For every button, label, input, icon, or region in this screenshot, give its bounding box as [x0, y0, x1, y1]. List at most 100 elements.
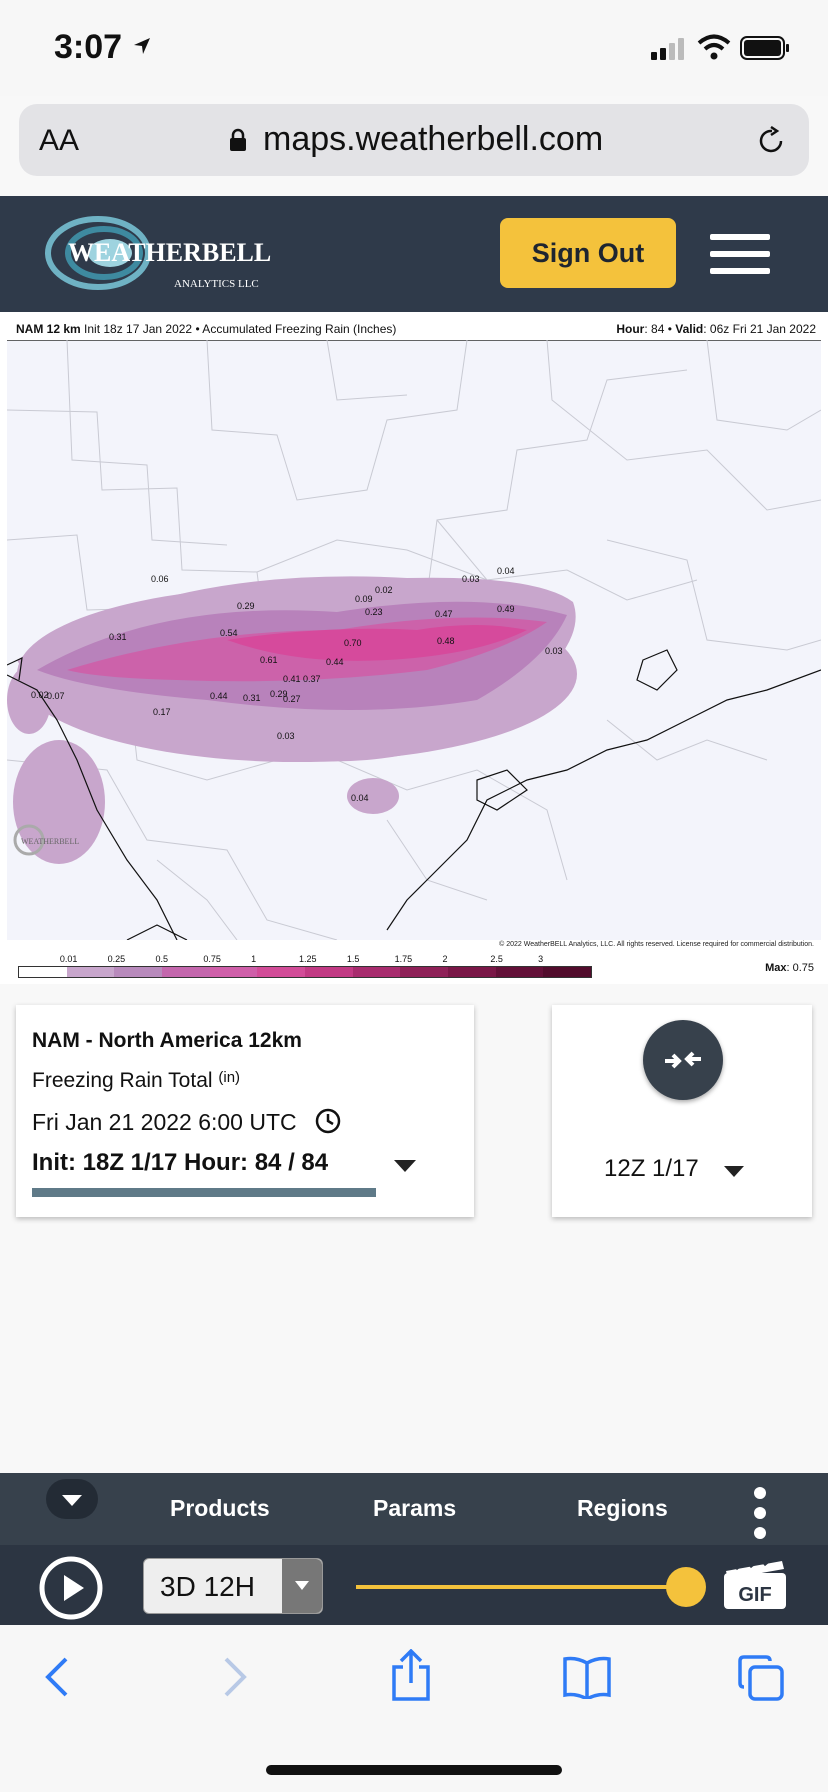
- tabs-icon[interactable]: [738, 1655, 784, 1701]
- chevron-down-icon: [62, 1495, 82, 1506]
- map-value: 0.29: [237, 601, 255, 611]
- collapse-toolbar-button[interactable]: [46, 1479, 98, 1519]
- reader-aa-button[interactable]: AA: [39, 124, 79, 158]
- max-value: Max: 0.75: [765, 962, 814, 974]
- time-slider-thumb[interactable]: [666, 1567, 706, 1607]
- map-value: 0.47: [435, 609, 453, 619]
- sign-out-button[interactable]: Sign Out: [500, 218, 676, 288]
- time-range-value: 3D 12H: [160, 1571, 255, 1602]
- lock-icon: [230, 128, 246, 151]
- scale-color-swatch: [448, 967, 496, 977]
- map-value: 0.03: [462, 574, 480, 584]
- wifi-icon: [697, 34, 731, 60]
- scale-color-swatch: [209, 967, 258, 977]
- forecast-map[interactable]: 0.06 0.31 0.29 0.54 0.61 0.41 0.37 0.44 …: [7, 340, 821, 940]
- scale-tick-label: 0.5: [155, 954, 169, 964]
- share-icon[interactable]: [390, 1649, 432, 1701]
- watermark-text: WEATHERBELL: [21, 837, 79, 846]
- map-value: 0.17: [153, 707, 171, 717]
- color-scale-legend: 0.01 0.25 0.5 0.75 1 1.25 1.5 1.75 2 2.5 3: [18, 954, 592, 978]
- compress-arrows-icon: [665, 1051, 701, 1069]
- map-value: 0.41: [283, 674, 301, 684]
- map-value: 0.07: [47, 691, 65, 701]
- app-toolbar: Products Params Regions: [0, 1473, 828, 1545]
- time-slider-track[interactable]: [356, 1585, 682, 1589]
- scale-tick-label: 1.5: [346, 954, 360, 964]
- scale-tick-label: 0.25: [107, 954, 126, 964]
- gif-export-icon[interactable]: GIF: [722, 1559, 788, 1611]
- map-value: 0.02: [375, 585, 393, 595]
- compare-run-selector[interactable]: 12Z 1/17: [604, 1155, 699, 1183]
- play-icon[interactable]: [38, 1555, 104, 1621]
- model-info-card: NAM - North America 12km Freezing Rain T…: [16, 1005, 474, 1217]
- scale-color-swatch: [19, 967, 67, 977]
- back-icon[interactable]: [44, 1655, 70, 1699]
- map-value: 0.23: [365, 607, 383, 617]
- chevron-down-icon[interactable]: [724, 1166, 744, 1177]
- map-value: 0.02: [31, 690, 49, 700]
- forward-icon[interactable]: [222, 1655, 248, 1699]
- map-copyright: © 2022 WeatherBELL Analytics, LLC. All r…: [499, 941, 814, 948]
- map-value: 0.54: [220, 628, 238, 638]
- parameter-name: Freezing Rain Total (in): [32, 1069, 241, 1092]
- more-options-icon[interactable]: [752, 1485, 768, 1541]
- bookmarks-icon[interactable]: [562, 1655, 612, 1699]
- url-text[interactable]: maps.weatherbell.com: [263, 120, 603, 159]
- map-title: NAM 12 km Init 18z 17 Jan 2022 • Accumul…: [16, 322, 397, 336]
- scale-color-swatch: [543, 967, 592, 977]
- map-panel: NAM 12 km Init 18z 17 Jan 2022 • Accumul…: [0, 312, 828, 984]
- tab-regions[interactable]: Regions: [577, 1495, 668, 1522]
- scale-color-swatch: [400, 967, 449, 977]
- time-range-select[interactable]: 3D 12H: [143, 1558, 323, 1614]
- scale-color-swatch: [114, 967, 163, 977]
- location-arrow-icon: [134, 38, 150, 54]
- map-value: 0.44: [326, 657, 344, 667]
- scale-tick-label: 0.01: [59, 954, 78, 964]
- tab-products[interactable]: Products: [170, 1495, 270, 1522]
- scale-tick-label: 2.5: [490, 954, 503, 964]
- scale-tick-label: 1.75: [394, 954, 413, 964]
- map-value: 0.03: [545, 646, 563, 656]
- map-value: 0.44: [210, 691, 228, 701]
- scale-color-swatch: [66, 967, 115, 977]
- map-value: 0.31: [243, 693, 261, 703]
- map-value: 0.48: [437, 636, 455, 646]
- address-bar[interactable]: AA maps.weatherbell.com: [19, 104, 809, 176]
- weatherbell-logo[interactable]: WEATHERBELL ANALYTICS LLC: [44, 209, 294, 301]
- compare-button[interactable]: [643, 1020, 723, 1100]
- map-value: 0.31: [109, 632, 127, 642]
- home-indicator: [266, 1765, 562, 1775]
- logo-subtext: ANALYTICS LLC: [174, 278, 259, 290]
- clock-icon[interactable]: [314, 1107, 342, 1135]
- reload-icon[interactable]: [757, 126, 787, 156]
- logo-text: WEATHERBELL: [68, 238, 271, 267]
- valid-time: Fri Jan 21 2022 6:00 UTC: [32, 1109, 297, 1135]
- battery-icon: [740, 36, 789, 60]
- init-hour-selector[interactable]: Init: 18Z 1/17 Hour: 84 / 84: [32, 1149, 328, 1177]
- scale-tick-labels: 0.01 0.25 0.5 0.75 1 1.25 1.5 1.75 2 2.5 3: [18, 954, 592, 966]
- cellular-signal-icon: [651, 38, 684, 60]
- map-value: 0.49: [497, 604, 515, 614]
- tab-params[interactable]: Params: [373, 1495, 456, 1522]
- map-value: 0.70: [344, 638, 362, 648]
- status-time: 3:07: [54, 28, 123, 66]
- scale-tick-label: 2: [442, 954, 448, 964]
- scale-color-swatch: [352, 967, 401, 977]
- map-value: 0.27: [283, 694, 301, 704]
- model-name: NAM - North America 12km: [32, 1029, 302, 1052]
- scale-color-swatch: [495, 967, 544, 977]
- hamburger-menu-icon[interactable]: [710, 234, 770, 274]
- map-valid-time: Hour: 84 • Valid: 06z Fri 21 Jan 2022: [616, 322, 816, 336]
- scale-tick-label: 1.25: [299, 954, 317, 964]
- site-header: WEATHERBELL ANALYTICS LLC Sign Out: [0, 196, 828, 312]
- scale-tick-label: 1: [251, 954, 257, 964]
- scale-color-bar: [18, 966, 592, 978]
- scale-color-swatch: [305, 967, 353, 977]
- map-value: 0.04: [351, 793, 369, 803]
- map-value: 0.04: [497, 566, 515, 576]
- map-value: 0.06: [151, 574, 169, 584]
- chevron-down-icon[interactable]: [394, 1160, 416, 1172]
- map-value: 0.09: [355, 594, 373, 604]
- chevron-down-icon: [295, 1581, 309, 1590]
- select-dropdown-button[interactable]: [282, 1559, 322, 1613]
